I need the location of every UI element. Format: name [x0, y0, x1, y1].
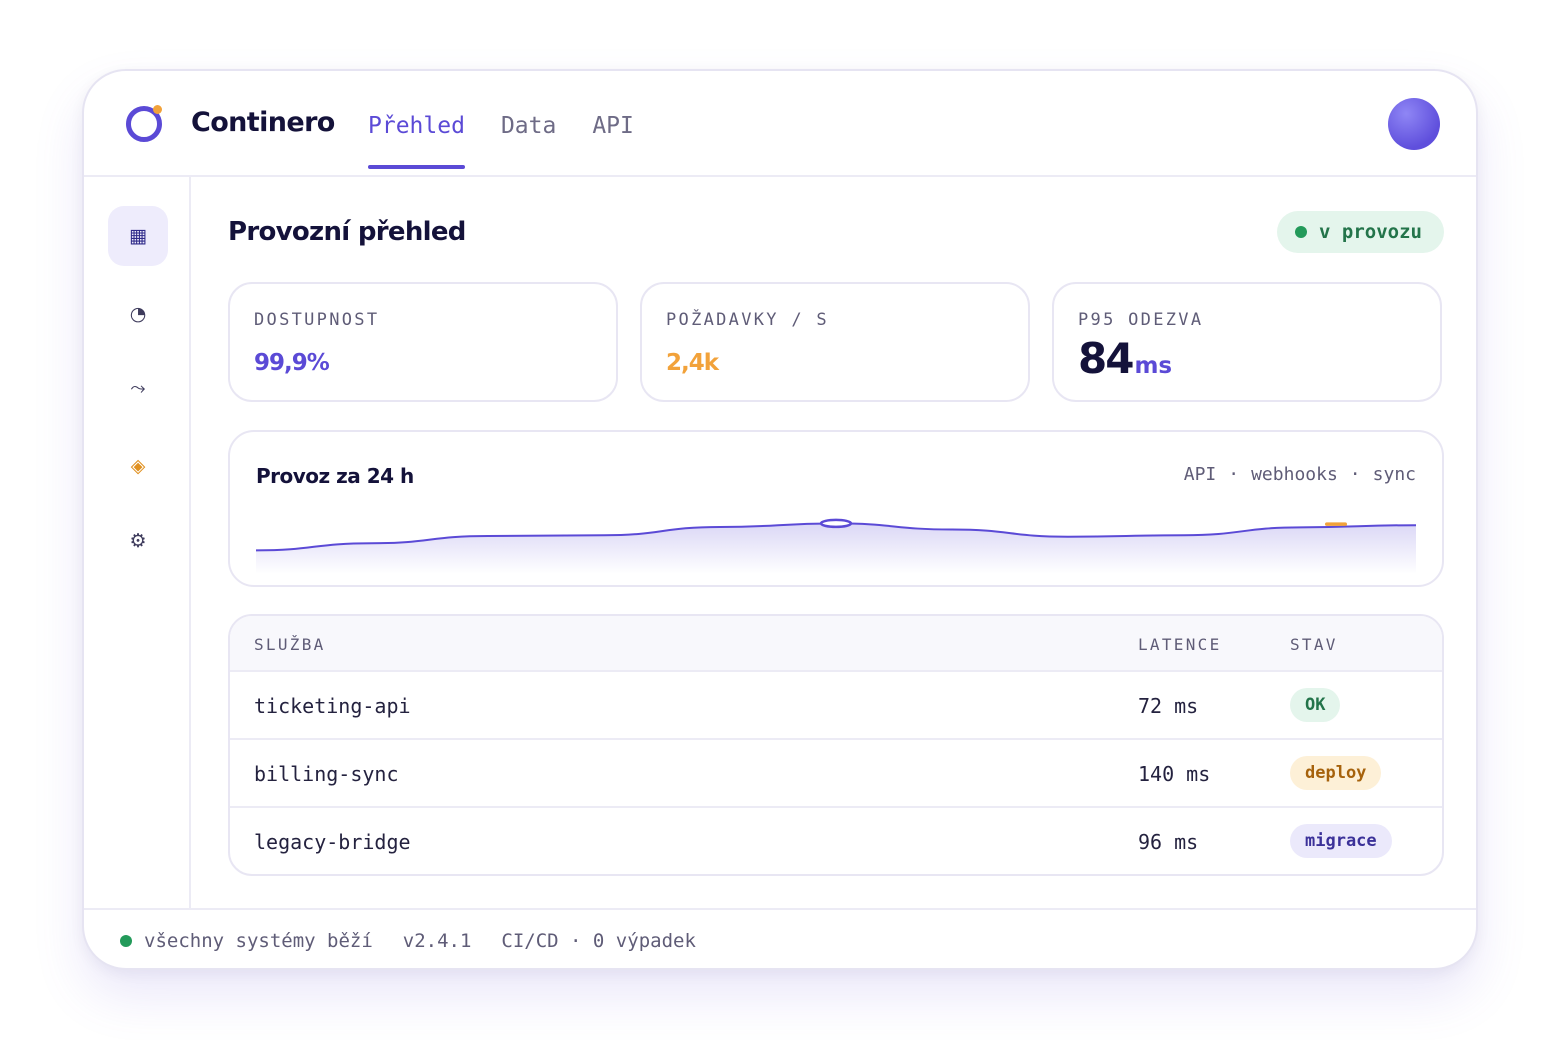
pie-chart-icon: ◔: [129, 303, 147, 325]
kpi-card-availability: DOSTUPNOST 99,9%: [228, 282, 618, 402]
sidebar-item-flows[interactable]: ⤳: [108, 358, 168, 418]
kpi-card-requests: POŽADAVKY / S 2,4k: [640, 282, 1030, 402]
traffic-chart-card: Provoz za 24 h API · webhooks · sync: [228, 430, 1444, 587]
diamond-icon: ◈: [130, 455, 146, 477]
brand-name: Continero: [191, 107, 335, 138]
chart-legend: API · webhooks · sync: [1184, 464, 1416, 485]
column-header-latency[interactable]: LATENCE: [1138, 635, 1222, 654]
sidebar-item-settings[interactable]: ⚙: [108, 511, 168, 571]
service-name: legacy-bridge: [254, 830, 411, 854]
status-badge: v provozu: [1277, 211, 1444, 253]
column-header-status[interactable]: STAV: [1290, 635, 1338, 654]
chart-point-marker[interactable]: [1325, 522, 1347, 526]
status-badge: migrace: [1290, 824, 1392, 858]
pipeline-text: CI/CD · 0 výpadek: [501, 930, 696, 952]
sidebar-item-analytics[interactable]: ◔: [108, 284, 168, 344]
version-text: v2.4.1: [402, 930, 472, 952]
service-latency: 72 ms: [1138, 694, 1199, 718]
column-header-service[interactable]: SLUŽBA: [254, 635, 326, 654]
traffic-chart: [256, 518, 1416, 574]
legend-item-api: API: [1183, 464, 1217, 485]
chart-title: Provoz za 24 h: [256, 464, 414, 488]
main-content: Provozní přehled v provozu DOSTUPNOST 99…: [228, 177, 1444, 908]
page-title: Provozní přehled: [228, 217, 466, 247]
main-tabs: Přehled Data API: [368, 71, 634, 177]
service-latency: 140 ms: [1138, 762, 1211, 786]
table-row[interactable]: ticketing-api 72 ms OK: [230, 672, 1442, 740]
legend-separator: ·: [1228, 464, 1240, 485]
tab-api[interactable]: API: [592, 71, 634, 177]
grid-icon: ▦: [129, 225, 147, 247]
kpi-label: POŽADAVKY / S: [666, 310, 829, 330]
system-status-dot-icon: [120, 935, 132, 947]
tab-prehled[interactable]: Přehled: [368, 71, 465, 177]
sidebar-item-assets[interactable]: ◈: [108, 436, 168, 496]
sidebar: ▦ ◔ ⤳ ◈ ⚙: [84, 177, 191, 908]
chart-point-peak[interactable]: [819, 518, 853, 529]
status-dot-icon: [1295, 226, 1308, 238]
user-avatar[interactable]: [1388, 98, 1440, 150]
kpi-unit: ms: [1134, 353, 1173, 379]
top-bar: Continero Přehled Data API: [84, 71, 1476, 177]
legend-item-webhooks: webhooks: [1251, 464, 1338, 485]
kpi-label: DOSTUPNOST: [254, 310, 380, 330]
services-table: SLUŽBA LATENCE STAV ticketing-api 72 ms …: [228, 614, 1444, 876]
table-header: SLUŽBA LATENCE STAV: [230, 616, 1442, 672]
status-badge: OK: [1290, 688, 1341, 722]
status-badge-label: v provozu: [1319, 221, 1422, 243]
flow-icon: ⤳: [130, 377, 146, 399]
kpi-value: 84: [1078, 334, 1134, 383]
logo-accent-icon: [153, 105, 162, 114]
app-window: Continero Přehled Data API ▦ ◔ ⤳ ◈ ⚙ Pro…: [82, 69, 1478, 970]
legend-item-sync: sync: [1372, 464, 1416, 485]
status-footer: všechny systémy běží v2.4.1 CI/CD · 0 vý…: [84, 908, 1476, 968]
status-badge: deploy: [1290, 756, 1382, 790]
service-name: ticketing-api: [254, 694, 411, 718]
system-status-text: všechny systémy běží: [144, 930, 373, 952]
gear-icon: ⚙: [129, 530, 147, 552]
sidebar-item-overview[interactable]: ▦: [108, 206, 168, 266]
table-row[interactable]: billing-sync 140 ms deploy: [230, 740, 1442, 808]
kpi-value: 99,9%: [254, 350, 330, 376]
kpi-card-latency: P95 ODEZVA 84 ms: [1052, 282, 1442, 402]
kpi-label: P95 ODEZVA: [1078, 310, 1204, 330]
legend-separator: ·: [1349, 464, 1361, 485]
kpi-value: 2,4k: [666, 350, 719, 376]
kpi-value-group: 84 ms: [1078, 334, 1172, 383]
service-name: billing-sync: [254, 762, 399, 786]
table-row[interactable]: legacy-bridge 96 ms migrace: [230, 808, 1442, 874]
tab-data[interactable]: Data: [501, 71, 556, 177]
service-latency: 96 ms: [1138, 830, 1199, 854]
